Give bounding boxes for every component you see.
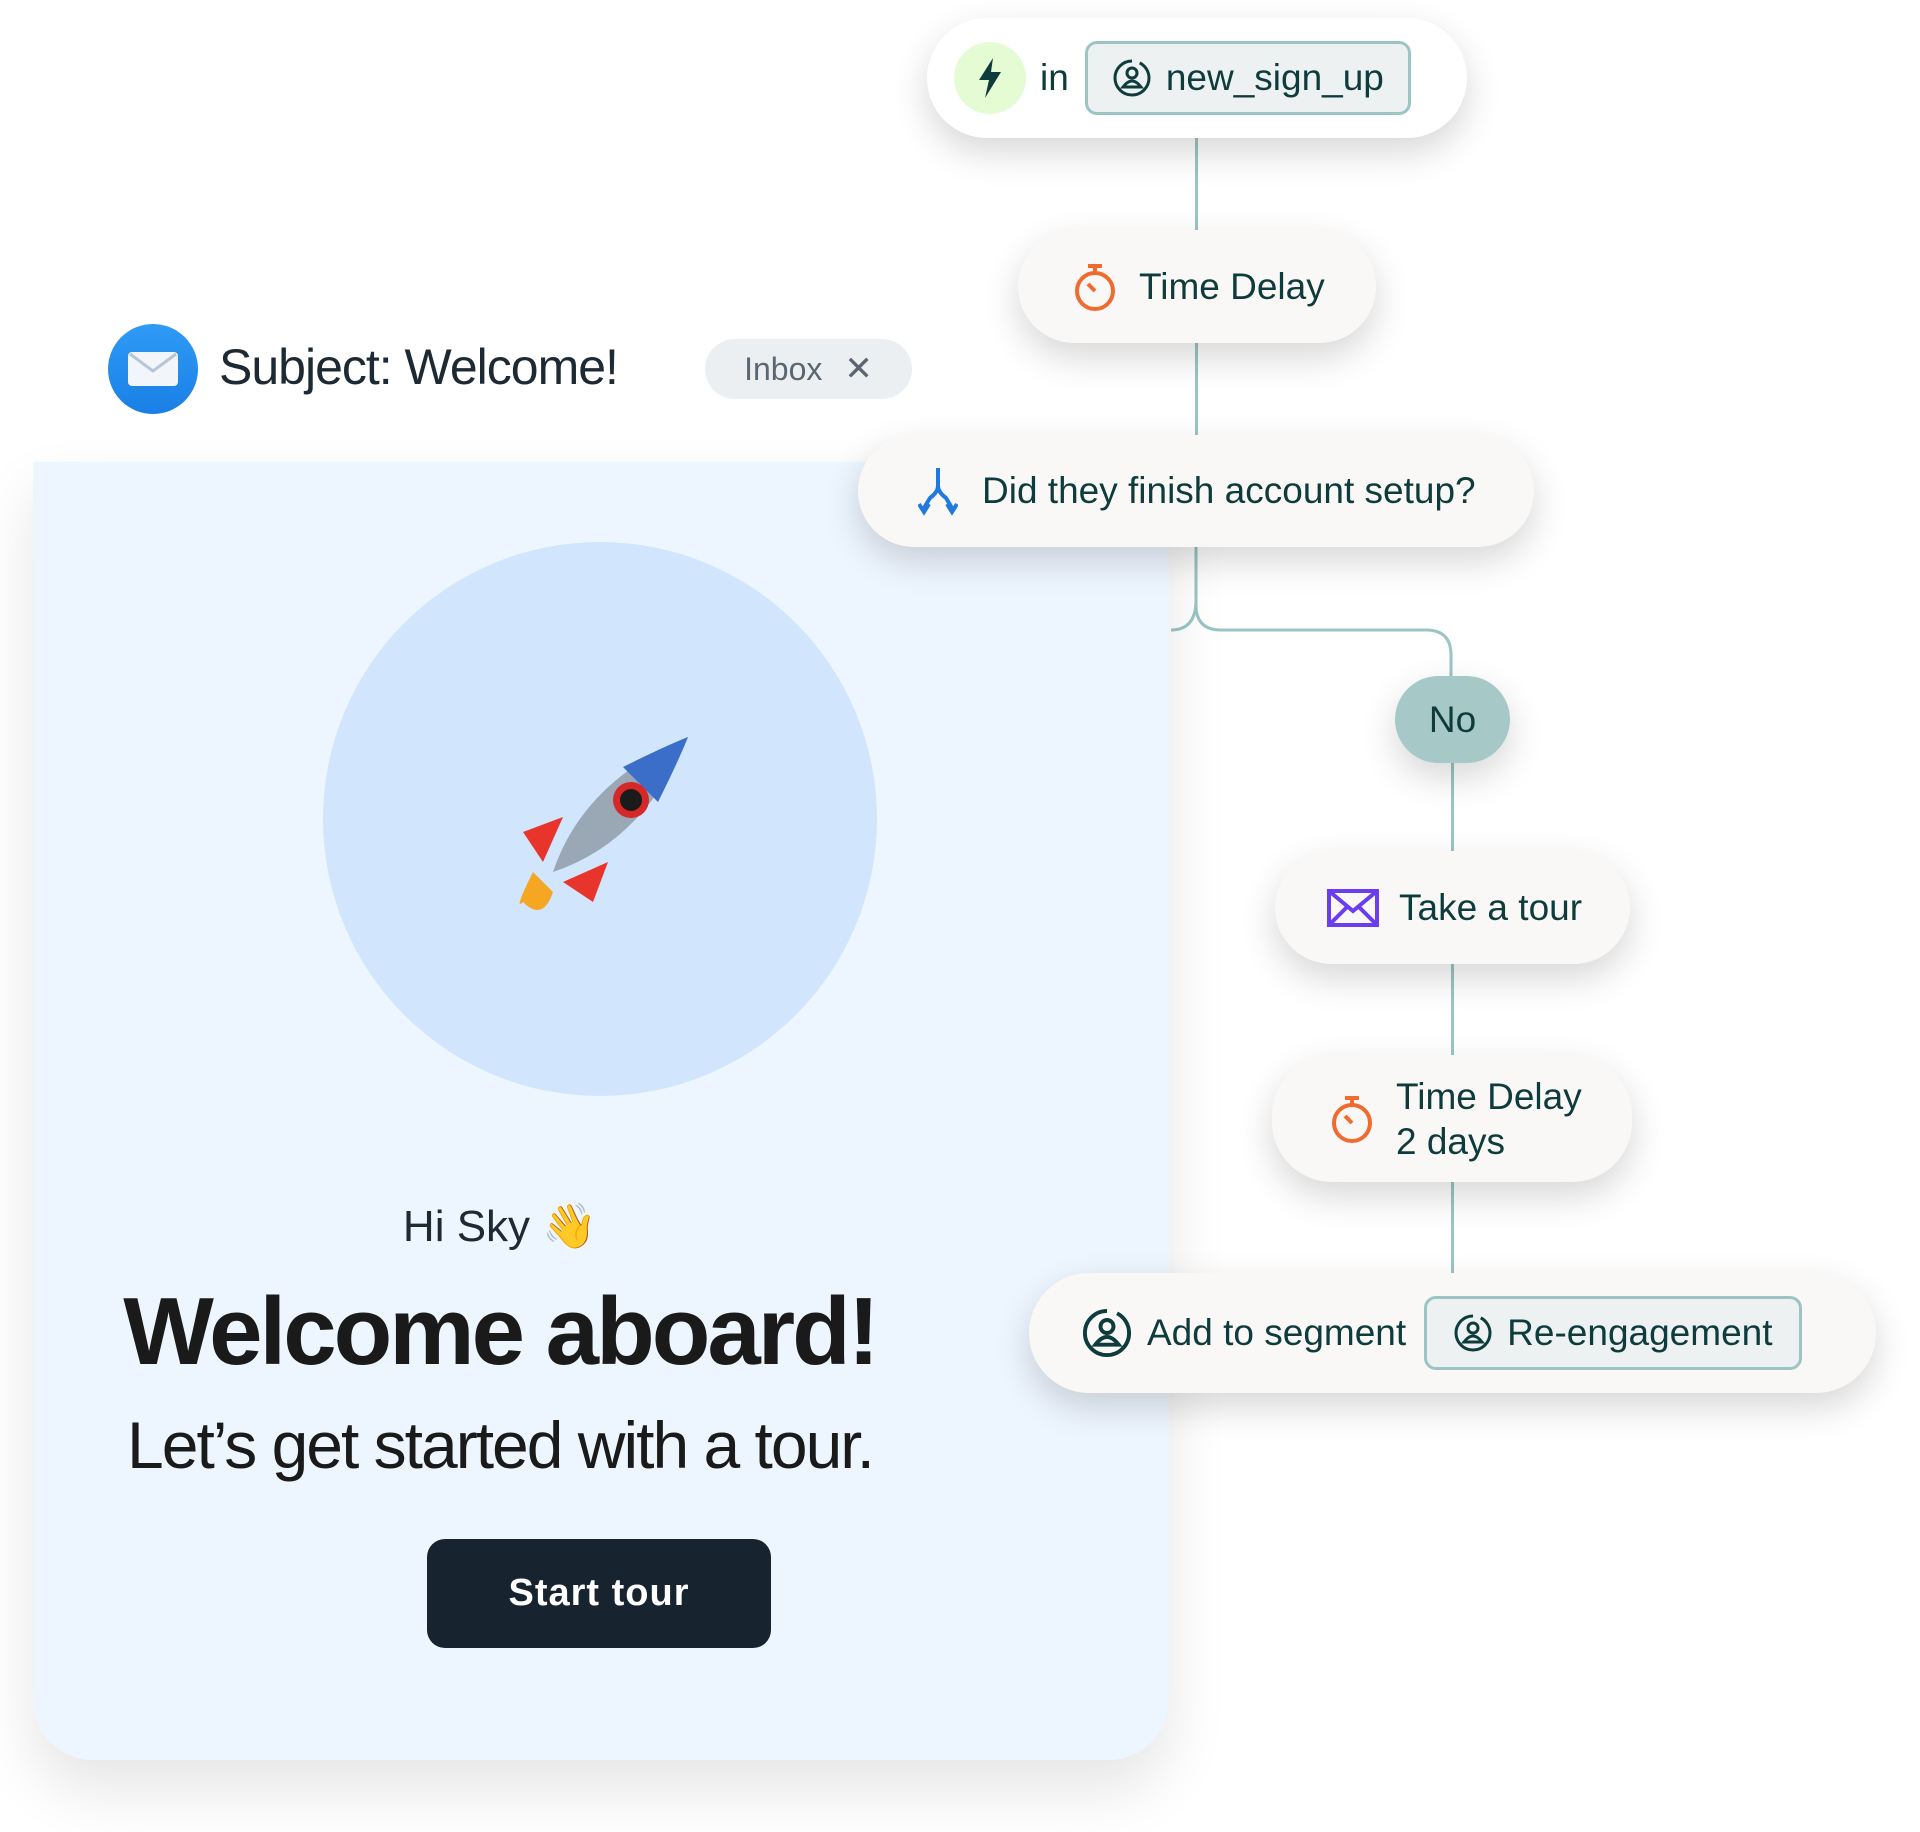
- send-email-node[interactable]: Take a tour: [1275, 851, 1630, 964]
- time-delay-duration: 2 days: [1396, 1120, 1506, 1162]
- connector-line: [1195, 138, 1198, 230]
- user-circle-icon: [1082, 1308, 1132, 1358]
- greeting: Hi Sky 👋: [402, 1202, 598, 1251]
- branch-connector: [1170, 545, 1453, 680]
- mail-app-icon: [108, 324, 198, 414]
- segment-step-label: Add to segment: [1147, 1312, 1407, 1353]
- branch-icon: [918, 468, 958, 516]
- add-to-segment-node[interactable]: Add to segment Re-engagement: [1029, 1273, 1876, 1393]
- email-step-label: Take a tour: [1399, 886, 1583, 928]
- lightning-icon: [954, 42, 1026, 114]
- stopwatch-icon: [1332, 1095, 1372, 1143]
- segment-chip[interactable]: new_sign_up: [1084, 41, 1411, 115]
- segment-name: Re-engagement: [1507, 1312, 1773, 1353]
- inbox-chip-label: Inbox: [744, 350, 823, 387]
- headline: Welcome aboard!: [123, 1278, 879, 1385]
- stopwatch-icon: [1075, 263, 1115, 311]
- trigger-connector-text: in: [1040, 57, 1069, 98]
- branch-no-label[interactable]: No: [1395, 676, 1510, 763]
- time-delay-label: Time Delay: [1396, 1075, 1582, 1117]
- decision-label: Did they finish account setup?: [982, 470, 1476, 511]
- trigger-node[interactable]: in new_sign_up: [927, 18, 1467, 138]
- envelope-icon: [1327, 888, 1379, 927]
- segment-name: new_sign_up: [1165, 57, 1384, 98]
- inbox-chip[interactable]: Inbox ✕: [705, 339, 912, 399]
- connector-line: [1451, 964, 1454, 1056]
- waving-hand-icon: 👋: [542, 1202, 598, 1251]
- time-delay-label: Time Delay: [1139, 265, 1325, 307]
- user-circle-icon: [1454, 1314, 1492, 1352]
- connector-line: [1451, 1182, 1454, 1274]
- time-delay-node-2[interactable]: Time Delay 2 days: [1272, 1055, 1632, 1182]
- connector-line: [1195, 343, 1198, 435]
- decision-node[interactable]: Did they finish account setup?: [858, 435, 1534, 547]
- start-tour-button[interactable]: Start tour: [427, 1539, 771, 1648]
- rocket-icon: [519, 737, 688, 910]
- segment-chip[interactable]: Re-engagement: [1424, 1296, 1802, 1370]
- time-delay-node[interactable]: Time Delay: [1018, 230, 1376, 343]
- user-circle-icon: [1113, 59, 1151, 97]
- email-subject: Subject: Welcome!: [219, 339, 619, 395]
- subheadline: Let’s get started with a tour.: [127, 1408, 875, 1482]
- connector-line: [1451, 763, 1454, 853]
- close-icon[interactable]: ✕: [844, 349, 873, 389]
